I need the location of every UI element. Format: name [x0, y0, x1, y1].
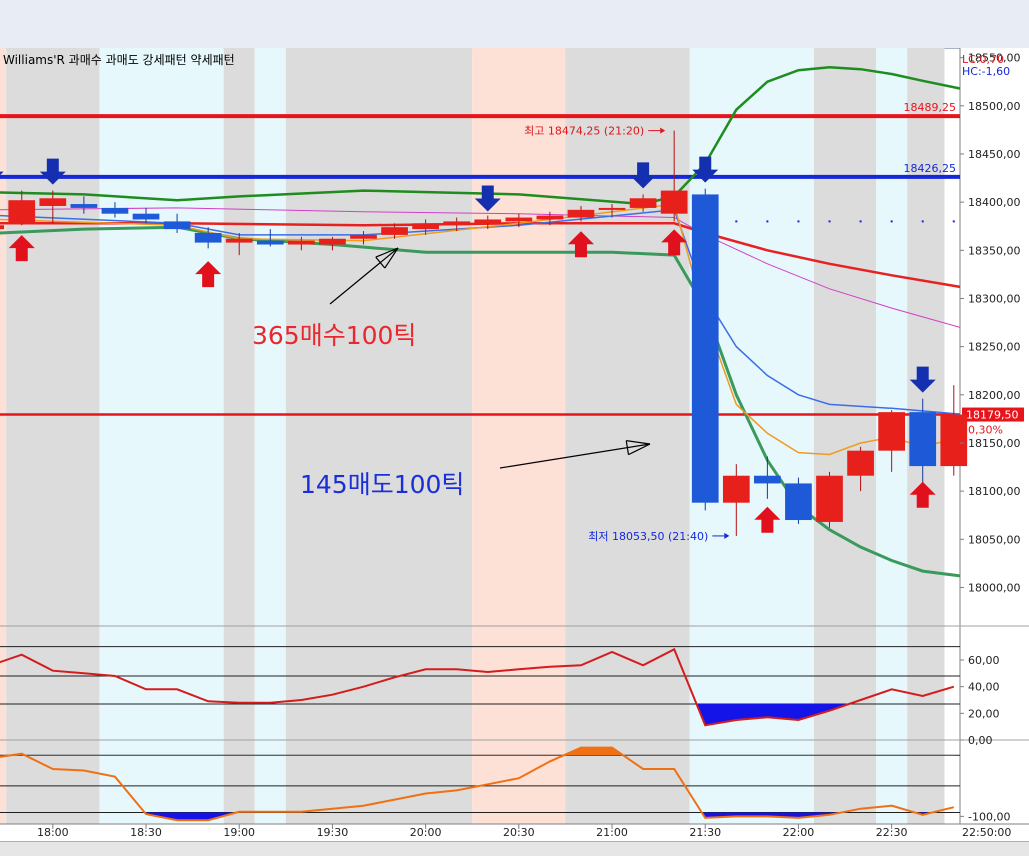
candle-body [847, 450, 874, 476]
candle-body [225, 238, 253, 243]
chart-background [0, 48, 1029, 841]
candle-body [194, 232, 222, 243]
candle-body [660, 190, 688, 214]
projection-dot [828, 220, 831, 223]
candle-body [132, 213, 160, 220]
background-band [223, 48, 255, 824]
x-tick-label: 20:30 [503, 826, 535, 839]
hc-readout: HC:-1,60 [962, 65, 1010, 78]
candle-body [70, 204, 98, 208]
candle-body [567, 209, 595, 218]
oscillator-1-y-tick-label: 40,00 [968, 681, 1000, 694]
candle-body [536, 215, 564, 220]
candle-body [474, 219, 502, 224]
navigation-bar[interactable] [0, 841, 1029, 856]
oscillator-2-y-tick-label: 0,00 [968, 734, 993, 747]
projection-dot [735, 220, 738, 223]
candle-body [0, 225, 5, 230]
y-tick-label: 18000,00 [968, 581, 1021, 594]
high-annotation: 최고 18474,25 (21:20) [524, 125, 644, 138]
price-level-label: 18489,25 [904, 101, 957, 114]
y-tick-label: 18100,00 [968, 485, 1021, 498]
candle-body [163, 221, 191, 230]
projection-dot [766, 220, 769, 223]
candle-body [878, 412, 906, 451]
x-tick-label: 20:00 [410, 826, 442, 839]
candle-body [909, 412, 937, 467]
candle-body [101, 207, 129, 214]
chart-canvas: 18489,25 18426,25 18179,50 0,30% 60,00 40,00… [0, 48, 1029, 841]
y-tick-label: 18500,00 [968, 100, 1021, 113]
x-tick-label: 18:00 [37, 826, 69, 839]
y-tick-label: 18450,00 [968, 148, 1021, 161]
buy-annotation: 365매수100틱 [252, 321, 416, 350]
candle-body [350, 234, 377, 239]
y-tick-label: 18200,00 [968, 389, 1021, 402]
candle-body [505, 217, 533, 222]
candle-body [629, 198, 657, 208]
x-tick-label: 19:00 [223, 826, 255, 839]
low-annotation: 최저 18053,50 (21:40) [588, 530, 708, 543]
candle-body [256, 240, 284, 245]
oscillator-1-y-tick-label: 20,00 [968, 707, 1000, 720]
x-tick-label: 19:30 [317, 826, 349, 839]
candle-body [319, 238, 346, 245]
candle-body [288, 240, 315, 245]
candle-body [443, 221, 471, 226]
oscillator-1-y-tick-label: 60,00 [968, 654, 1000, 667]
current-price-label: 18179,50 [966, 409, 1019, 422]
background-band [0, 48, 7, 824]
projection-dot [921, 220, 924, 223]
projection-dot [952, 220, 955, 223]
y-tick-label: 18350,00 [968, 244, 1021, 257]
candle-body [754, 475, 781, 484]
candle-body [722, 475, 750, 503]
projection-dot [890, 220, 893, 223]
candle-body [691, 194, 719, 503]
indicator-title: Williams'R 과매수 과매도 강세패턴 약세패턴 [3, 52, 235, 67]
candle-body [381, 227, 408, 235]
x-tick-label: 22:50:00 [962, 826, 1011, 839]
y-tick-label: 18400,00 [968, 196, 1021, 209]
y-tick-label: 18050,00 [968, 533, 1021, 546]
candle-body [816, 475, 843, 522]
sell-annotation: 145매도100틱 [300, 470, 464, 499]
window-toolbar [0, 0, 1029, 49]
y-tick-label: 18150,00 [968, 437, 1021, 450]
x-tick-label: 22:30 [876, 826, 908, 839]
background-band [565, 48, 690, 824]
projection-dot [859, 220, 862, 223]
background-band [254, 48, 286, 824]
price-level-label: 18426,25 [904, 162, 957, 175]
x-tick-label: 22:00 [783, 826, 815, 839]
candle-body [39, 198, 67, 206]
y-tick-label: 18300,00 [968, 292, 1021, 305]
background-band [99, 48, 224, 824]
background-band [472, 48, 566, 824]
x-tick-label: 21:00 [596, 826, 628, 839]
oscillator-2-y-tick-label: -100,00 [968, 810, 1010, 823]
x-tick-label: 18:30 [130, 826, 162, 839]
candle-body [785, 483, 812, 521]
candle-body [8, 200, 36, 224]
candle-body [412, 223, 439, 230]
candle-body [940, 414, 968, 467]
background-band [285, 48, 473, 824]
x-tick-label: 21:30 [689, 826, 721, 839]
price-change-label: 0,30% [968, 424, 1003, 437]
y-tick-label: 18250,00 [968, 341, 1021, 354]
candle-body [598, 207, 626, 210]
projection-dot [797, 220, 800, 223]
